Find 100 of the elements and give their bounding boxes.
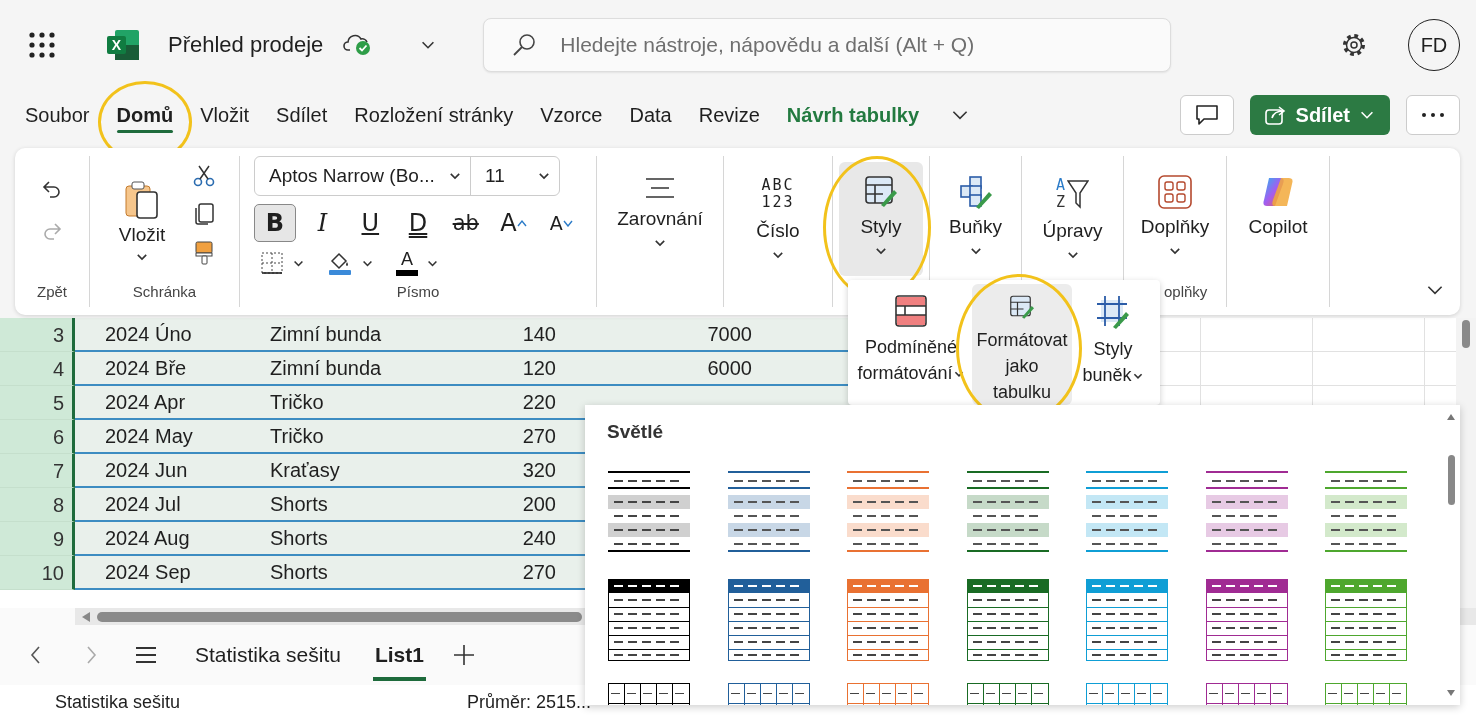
scrollbar-thumb[interactable] [97, 611, 582, 622]
table-cell-text: 2024 Úno [104, 322, 193, 347]
scrollbar-thumb[interactable] [1447, 455, 1455, 505]
copilot-command-button[interactable]: Copilot [1233, 162, 1323, 276]
table-style-swatch[interactable] [847, 579, 929, 661]
font-color-button[interactable]: A [396, 250, 439, 276]
row-header[interactable]: 7 [0, 454, 75, 488]
grow-button[interactable]: A [492, 204, 535, 242]
scissors-icon [192, 164, 216, 188]
ribbon-tab[interactable]: Návrh tabulky [777, 93, 929, 137]
conditional-format-icon [894, 294, 928, 328]
row-header[interactable]: 10 [0, 556, 75, 590]
editing-command-button[interactable]: A Z Úpravy [1028, 162, 1117, 276]
comments-button[interactable] [1179, 95, 1234, 135]
number-format-icon: ABC 123 [761, 174, 795, 214]
table-cell-text: 320 [521, 458, 557, 483]
underline-button[interactable]: U [349, 204, 392, 242]
table-style-swatch[interactable] [1325, 579, 1407, 661]
table-style-swatch[interactable] [1205, 683, 1288, 705]
table-cell-text: 2024 Jun [104, 458, 189, 483]
row-header[interactable]: 5 [0, 386, 75, 420]
table-cell-text: Shorts [269, 526, 329, 551]
sheet-tab[interactable]: Statistika sešitu [183, 629, 353, 681]
group-label: Zpět [36, 282, 68, 302]
table-style-swatch[interactable] [966, 579, 1049, 661]
fill-color-button[interactable] [327, 250, 374, 276]
search-field[interactable]: Hledejte nástroje, nápovědu a další (Alt + Q) [483, 18, 1172, 72]
table-cell-text: 2024 Jul [104, 492, 182, 517]
search-icon [511, 32, 538, 58]
table-cell-text: 2024 May [104, 424, 194, 449]
cut-button[interactable] [192, 164, 216, 188]
bold-button[interactable]: B [254, 204, 296, 242]
cell-styles-menu-item[interactable]: Styly buněk [1074, 284, 1152, 405]
cells-command-button[interactable]: Buňky [936, 162, 1015, 276]
share-icon [1263, 104, 1288, 126]
format-painter-button[interactable] [192, 240, 216, 266]
table-cell-text: 2024 Sep [104, 560, 192, 585]
ribbon-tab[interactable]: Vložit [191, 93, 259, 137]
table-cell-text: 2024 Bře [104, 356, 188, 381]
borders-icon [260, 251, 284, 275]
table-cell-text: Zimní bunda [269, 322, 383, 347]
row-header[interactable]: 3 [0, 318, 75, 352]
styles-command-button[interactable]: Styly [839, 162, 923, 276]
group-label: Písmo [395, 282, 441, 302]
shrink-button[interactable]: A [540, 204, 583, 242]
table-style-swatch[interactable] [1086, 579, 1168, 661]
table-menu-item[interactable]: Formátovat jako tabulku [972, 284, 1072, 405]
table-cell-text: Kraťasy [269, 458, 341, 483]
paste-button[interactable]: Vložit [106, 156, 178, 277]
scrollbar-thumb[interactable] [1462, 320, 1470, 348]
addins-command-button[interactable]: Doplňky [1130, 162, 1220, 276]
font-name-dropdown[interactable]: Aptos Narrow (Bo... [255, 157, 471, 195]
comment-icon [1193, 103, 1220, 127]
copy-button[interactable] [192, 202, 216, 226]
row-header[interactable]: 6 [0, 420, 75, 454]
settings-icon [1340, 31, 1368, 59]
ribbon-tab[interactable]: Soubor [16, 93, 99, 137]
font-size-dropdown[interactable]: 11 [471, 157, 559, 195]
copy-icon [193, 202, 215, 226]
conditional-menu-item[interactable]: Podmíněné formátování [852, 284, 970, 405]
table-style-swatch[interactable] [966, 683, 1049, 705]
cells-pen-icon [957, 174, 994, 210]
table-cell-text: Shorts [269, 560, 329, 585]
undo-button[interactable] [41, 178, 63, 200]
table-style-swatch[interactable] [608, 579, 690, 661]
table-style-swatch[interactable] [1086, 683, 1168, 705]
ribbon-tab[interactable]: Sdílet [267, 93, 337, 137]
table-style-swatch[interactable] [727, 683, 810, 705]
section-title: Světlé [607, 421, 663, 443]
ribbon-tab[interactable]: Vzorce [531, 93, 612, 137]
strikethrough-button[interactable]: ab [444, 204, 487, 242]
document-title: Přehled prodeje [168, 32, 324, 58]
redo-icon [41, 220, 63, 242]
table-style-swatch[interactable] [847, 683, 929, 705]
double-underline-button[interactable]: D [397, 204, 439, 242]
table-cell-text: 6000 [706, 356, 753, 381]
paintbrush-icon [193, 240, 215, 266]
table-cell-text: 270 [521, 424, 557, 449]
row-header[interactable]: 9 [0, 522, 75, 556]
group-label: oplňky [1163, 282, 1209, 302]
ribbon-tab[interactable]: Rozložení stránky [345, 93, 523, 137]
row-header[interactable]: 4 [0, 352, 75, 386]
table-style-swatch[interactable] [1205, 579, 1288, 661]
sheet-tab[interactable]: List1 [362, 629, 436, 681]
ribbon-tab[interactable]: Data [620, 93, 681, 137]
ribbon-tab[interactable]: Domů [107, 93, 183, 137]
table-cell-text: Tričko [269, 390, 325, 415]
table-style-swatch[interactable] [727, 579, 810, 661]
row-header[interactable]: 8 [0, 488, 75, 522]
table-style-swatch[interactable] [608, 683, 690, 705]
table-pen-icon [863, 174, 899, 210]
table-cell-text: 270 [521, 560, 557, 585]
ribbon-tab[interactable]: Revize [689, 93, 769, 137]
number-command-button[interactable]: ABC 123 Číslo [730, 162, 826, 276]
share-button[interactable]: Sdílet [1249, 95, 1390, 135]
table-cell-text: Tričko [269, 424, 325, 449]
borders-button[interactable] [260, 251, 305, 275]
table-style-swatch[interactable] [1325, 683, 1407, 705]
italic-button[interactable]: I [301, 204, 344, 242]
align-command-button[interactable]: Zarovnání [603, 162, 717, 276]
